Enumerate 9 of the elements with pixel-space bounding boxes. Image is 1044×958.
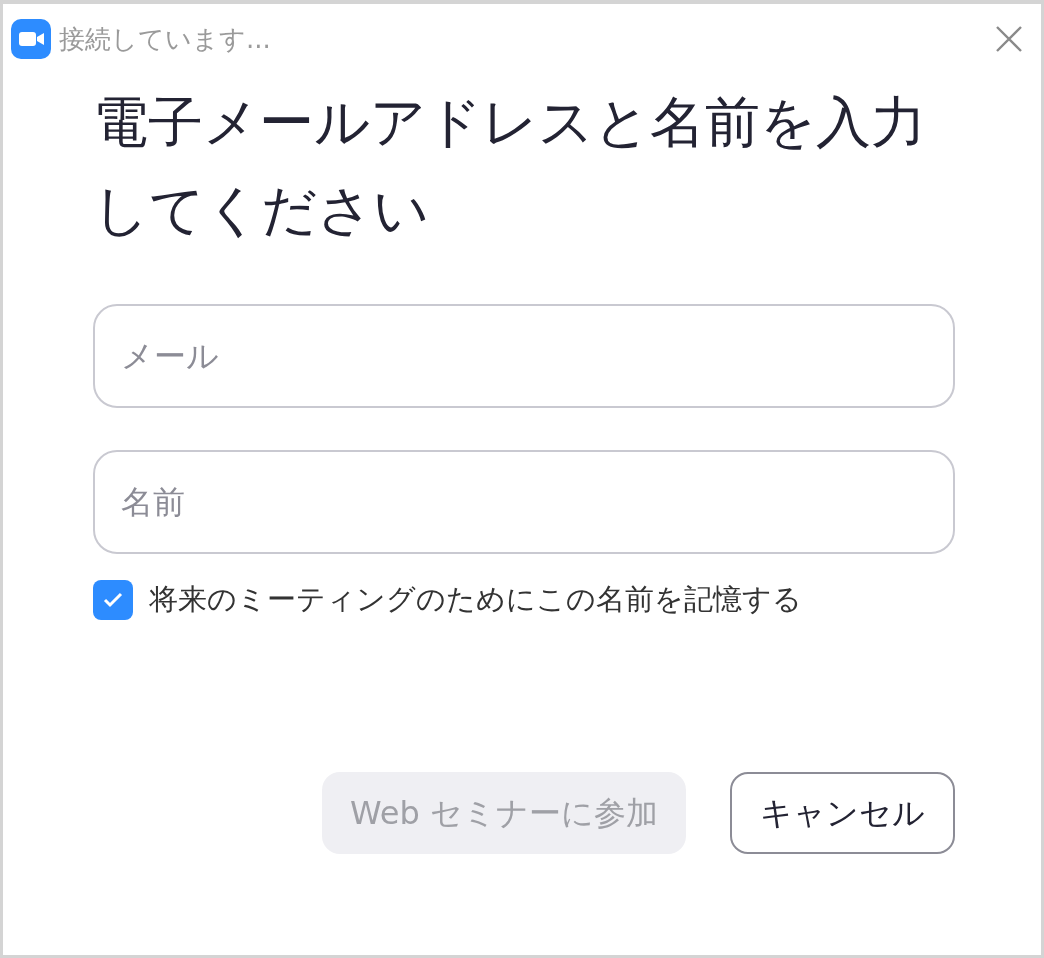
window-title: 接続しています... [59, 22, 271, 56]
name-field[interactable]: 名前 [93, 450, 955, 554]
close-icon[interactable] [995, 25, 1023, 53]
cancel-button[interactable]: キャンセル [730, 771, 955, 854]
remember-checkbox[interactable] [93, 579, 133, 620]
email-field[interactable]: メール [93, 304, 955, 408]
dialog-heading: 電子メールアドレスと名前を入力してください [93, 89, 927, 244]
camera-icon [11, 19, 51, 59]
remember-label: 将来のミーティングのためにこの名前を記憶する [149, 581, 802, 618]
